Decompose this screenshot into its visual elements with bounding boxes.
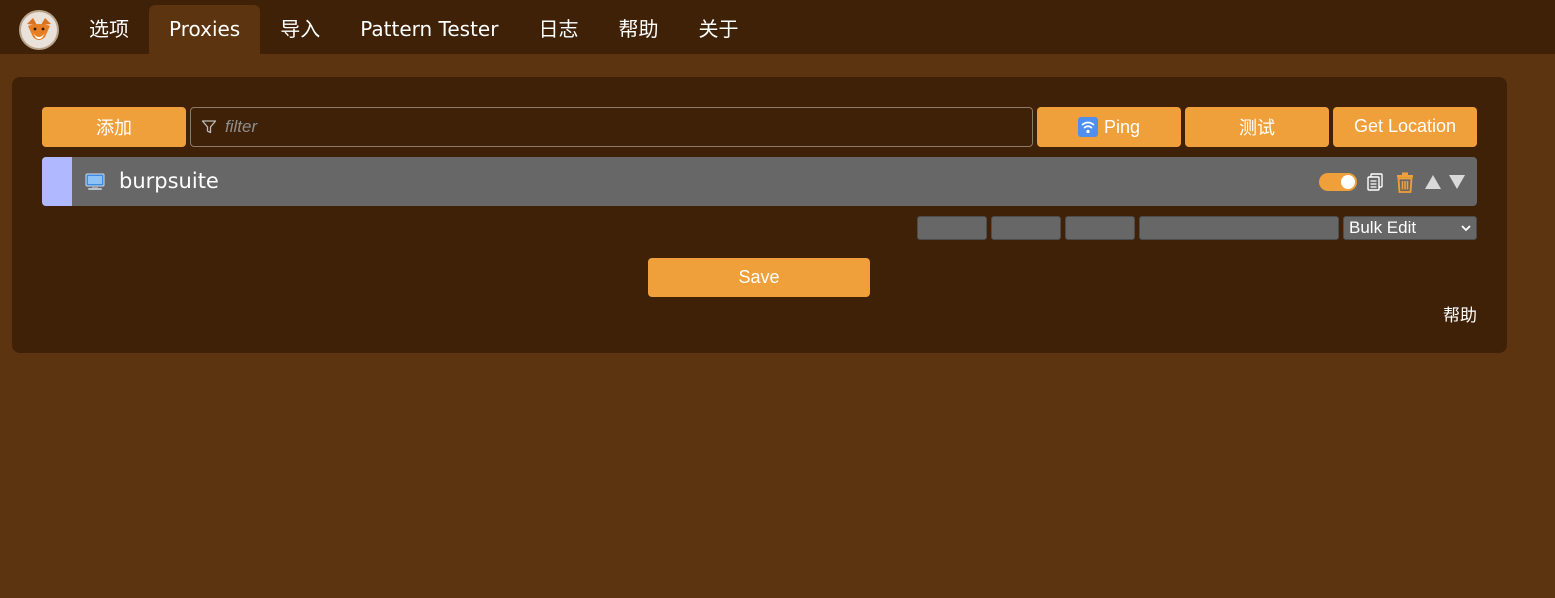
filter-field[interactable]: [190, 107, 1033, 147]
tab-help[interactable]: 帮助: [598, 5, 678, 54]
delete-icon[interactable]: [1396, 172, 1414, 193]
top-nav: 选项 Proxies 导入 Pattern Tester 日志 帮助 关于: [0, 0, 1555, 54]
move-up-icon[interactable]: [1424, 174, 1442, 190]
ping-button[interactable]: Ping: [1037, 107, 1181, 147]
save-button-label: Save: [738, 267, 780, 287]
proxies-panel: 添加 Ping 测试 Get Location burpsuite: [12, 77, 1507, 353]
add-button[interactable]: 添加: [42, 107, 186, 147]
bulk-edit-select[interactable]: Bulk Edit: [1343, 216, 1477, 240]
filter-input[interactable]: [217, 108, 1032, 146]
test-button[interactable]: 测试: [1185, 107, 1329, 147]
tab-about[interactable]: 关于: [678, 5, 758, 54]
ping-button-label: Ping: [1103, 116, 1141, 137]
filter-icon: [201, 120, 217, 134]
add-button-label: 添加: [96, 118, 132, 138]
bulk-input-1[interactable]: [917, 216, 987, 240]
tab-options[interactable]: 选项: [69, 5, 149, 54]
foxyproxy-logo-icon: [19, 10, 59, 50]
tab-import[interactable]: 导入: [260, 5, 340, 54]
test-button-label: 测试: [1239, 118, 1275, 138]
tab-log[interactable]: 日志: [518, 5, 598, 54]
proxy-enabled-toggle[interactable]: [1319, 173, 1357, 191]
get-location-button-label: Get Location: [1353, 116, 1457, 136]
proxy-color-strip[interactable]: [42, 157, 72, 206]
duplicate-icon[interactable]: [1367, 173, 1383, 191]
bulk-input-3[interactable]: [1065, 216, 1135, 240]
wifi-icon: [1077, 117, 1098, 137]
bulk-input-2[interactable]: [991, 216, 1061, 240]
proxy-title: burpsuite: [119, 169, 219, 193]
get-location-button[interactable]: Get Location: [1333, 107, 1477, 147]
tab-proxies[interactable]: Proxies: [149, 5, 261, 54]
chevron-down-icon: [1461, 225, 1471, 232]
help-link[interactable]: 帮助: [1443, 301, 1477, 326]
bulk-edit-select-value: Bulk Edit: [1349, 218, 1417, 237]
save-button[interactable]: Save: [648, 258, 870, 297]
tab-pattern-tester[interactable]: Pattern Tester: [340, 5, 518, 54]
computer-icon: [85, 173, 105, 190]
proxy-row[interactable]: burpsuite: [42, 157, 1477, 206]
move-down-icon[interactable]: [1448, 174, 1466, 190]
tab-bar: 选项 Proxies 导入 Pattern Tester 日志 帮助 关于: [69, 5, 758, 54]
bulk-input-4[interactable]: [1139, 216, 1339, 240]
